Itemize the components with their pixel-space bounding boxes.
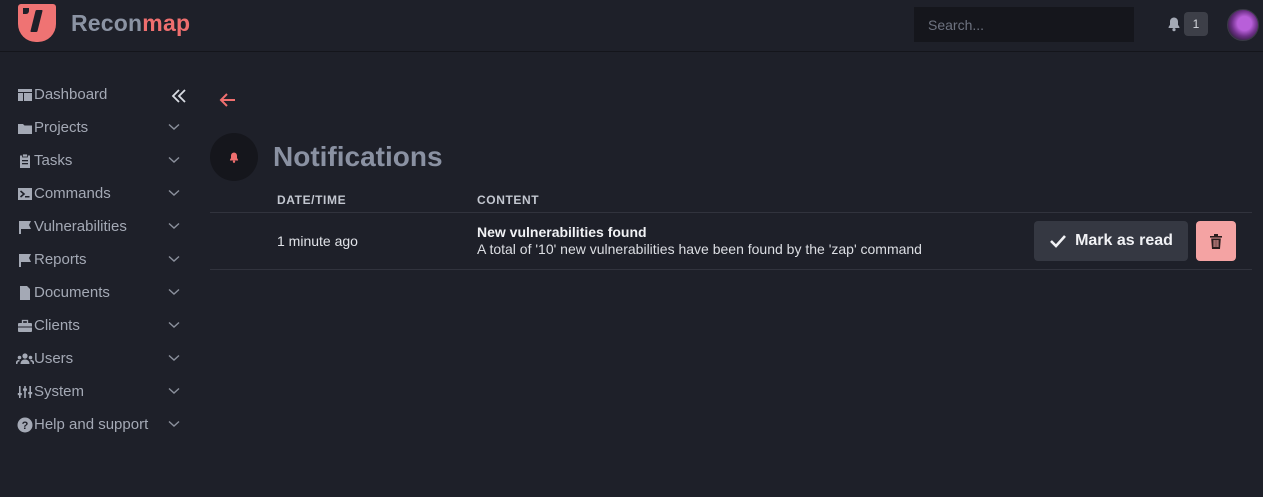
bell-icon (1168, 17, 1180, 32)
sidebar-item-label: Users (34, 350, 74, 367)
sidebar-item-label: Projects (34, 119, 89, 136)
flag-icon (16, 218, 34, 236)
sidebar-item-label: Help and support (34, 416, 149, 433)
page-title: Notifications (273, 141, 443, 172)
sidebar-item-label: Vulnerabilities (34, 218, 127, 235)
top-bar: Reconmap 1 (0, 0, 1263, 52)
check-icon (1050, 235, 1067, 248)
reconmap-logo-icon (18, 4, 56, 42)
flag-icon (16, 251, 34, 269)
mark-as-read-label: Mark as read (1075, 232, 1173, 249)
sidebar-item-label: Clients (34, 317, 80, 334)
notifications-header-icon (210, 133, 258, 181)
chevron-down-icon (168, 321, 180, 328)
terminal-icon (16, 185, 34, 203)
sidebar-item-vulnerabilities[interactable]: Vulnerabilities (0, 210, 196, 243)
help-icon: ? (16, 416, 34, 434)
bell-icon (229, 152, 239, 163)
chevron-down-icon (168, 420, 180, 427)
trash-icon (1210, 233, 1222, 249)
sidebar-item-system[interactable]: System (0, 375, 196, 408)
sidebar-item-documents[interactable]: Documents (0, 276, 196, 309)
sidebar-item-tasks[interactable]: Tasks (0, 144, 196, 177)
chevron-down-icon (168, 156, 180, 163)
brand-name: Reconmap (71, 10, 190, 37)
chevron-down-icon (168, 354, 180, 361)
sidebar-item-help[interactable]: ? Help and support (0, 408, 196, 441)
notification-body: A total of '10' new vulnerabilities have… (477, 241, 922, 257)
mark-as-read-button[interactable]: Mark as read (1034, 221, 1188, 261)
svg-text:?: ? (22, 420, 29, 432)
chevron-down-icon (168, 189, 180, 196)
brand-name-part1: Recon (71, 9, 143, 36)
chevron-down-icon (168, 288, 180, 295)
notification-time: 1 minute ago (277, 233, 358, 249)
sidebar-item-reports[interactable]: Reports (0, 243, 196, 276)
sidebar-item-dashboard[interactable]: Dashboard (0, 78, 196, 111)
arrow-left-icon (219, 93, 235, 107)
sidebar-item-commands[interactable]: Commands (0, 177, 196, 210)
search-input[interactable] (914, 7, 1134, 42)
sliders-icon (16, 383, 34, 401)
chevron-down-icon (168, 222, 180, 229)
user-avatar[interactable] (1227, 9, 1259, 41)
notifications-table: DATE/TIME CONTENT 1 minute ago New vulne… (210, 187, 1252, 270)
page-header: Notifications (210, 133, 443, 181)
sidebar-item-label: Dashboard (34, 86, 108, 103)
column-header-datetime: DATE/TIME (277, 193, 347, 207)
chevron-down-icon (168, 255, 180, 262)
sidebar-item-label: Reports (34, 251, 87, 268)
chevron-down-icon (168, 387, 180, 394)
clipboard-icon (16, 152, 34, 170)
document-icon (16, 284, 34, 302)
brand-name-part2: map (142, 9, 191, 36)
sidebar-item-projects[interactable]: Projects (0, 111, 196, 144)
folder-icon (16, 119, 34, 137)
logo[interactable]: Reconmap (18, 4, 190, 42)
dashboard-icon (16, 86, 34, 104)
sidebar-item-label: Documents (34, 284, 110, 301)
users-icon (16, 350, 34, 368)
sidebar-item-label: System (34, 383, 85, 400)
sidebar-item-users[interactable]: Users (0, 342, 196, 375)
briefcase-icon (16, 317, 34, 335)
back-button[interactable] (218, 90, 238, 115)
notification-content: New vulnerabilities found A total of '10… (477, 224, 922, 257)
table-row: 1 minute ago New vulnerabilities found A… (210, 213, 1252, 270)
delete-button[interactable] (1196, 221, 1236, 261)
sidebar-item-label: Tasks (34, 152, 73, 169)
sidebar-item-label: Commands (34, 185, 111, 202)
table-header: DATE/TIME CONTENT (210, 187, 1252, 213)
column-header-content: CONTENT (477, 193, 540, 207)
notification-title: New vulnerabilities found (477, 224, 647, 240)
notifications-button[interactable]: 1 (1166, 12, 1208, 36)
notification-count-badge: 1 (1184, 12, 1208, 36)
sidebar: Dashboard Projects Tasks Commands Vulner… (0, 78, 196, 441)
chevron-down-icon (168, 123, 180, 130)
sidebar-item-clients[interactable]: Clients (0, 309, 196, 342)
